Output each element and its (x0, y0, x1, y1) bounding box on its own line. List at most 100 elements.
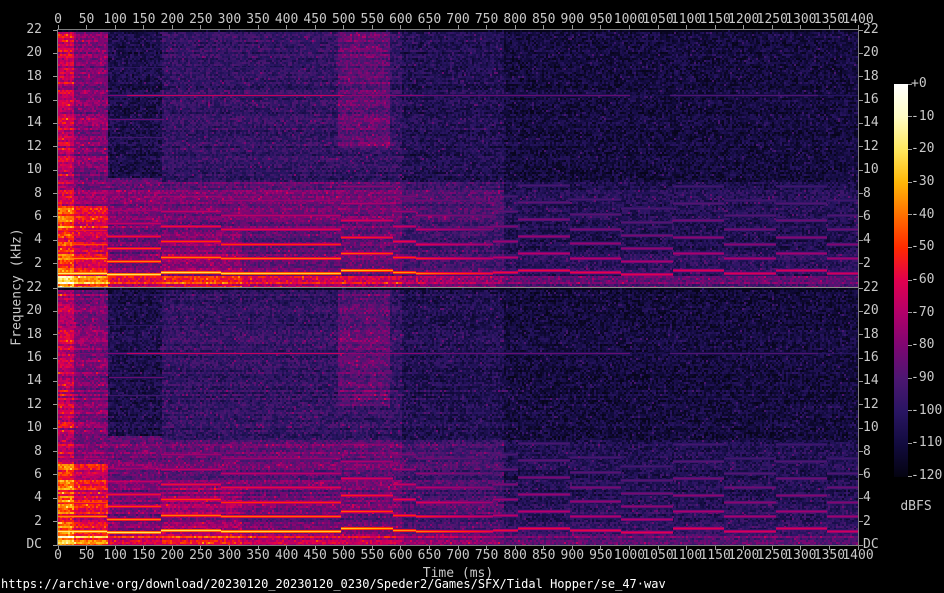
time-tick-label-bottom: 750 (475, 549, 498, 563)
time-tick-label-bottom: 950 (589, 549, 612, 563)
time-tick-label-bottom: 150 (132, 549, 155, 563)
freq-tick-mark (859, 30, 863, 31)
time-tick-mark (486, 25, 487, 29)
time-tick-label-bottom: 800 (503, 549, 526, 563)
freq-tick-label-right: 6 (863, 468, 871, 482)
freq-tick-label-right: 8 (863, 445, 871, 459)
freq-tick-mark (53, 30, 57, 31)
time-tick-label-bottom: 650 (418, 549, 441, 563)
time-tick-mark (400, 546, 401, 550)
freq-tick-mark (859, 334, 863, 335)
time-tick-mark (600, 25, 601, 29)
freq-tick-mark (859, 311, 863, 312)
freq-tick-label-right: 16 (863, 351, 879, 365)
time-tick-label-bottom: 850 (532, 549, 555, 563)
colorbar-tick-mark (908, 280, 912, 281)
time-tick-mark (829, 546, 830, 550)
freq-tick-label-left: 18 (0, 328, 42, 342)
freq-tick-mark (53, 474, 57, 475)
freq-tick-label-left: 6 (0, 210, 42, 224)
time-tick-mark (258, 25, 259, 29)
freq-tick-mark (859, 381, 863, 382)
time-tick-label-bottom: 550 (361, 549, 384, 563)
time-tick-mark (629, 546, 630, 550)
time-tick-mark (115, 25, 116, 29)
colorbar-tick-mark (908, 149, 912, 150)
time-tick-mark (572, 25, 573, 29)
freq-tick-mark (859, 146, 863, 147)
time-tick-mark (515, 546, 516, 550)
colorbar-tick-label: -10 (911, 110, 934, 124)
freq-tick-mark (859, 451, 863, 452)
colorbar-tick-mark (908, 378, 912, 379)
colorbar-tick-mark (908, 214, 912, 215)
time-tick-mark (172, 25, 173, 29)
freq-tick-label-right: 6 (863, 210, 871, 224)
freq-tick-label-right: 2 (863, 257, 871, 271)
time-tick-mark (429, 25, 430, 29)
time-tick-mark (829, 25, 830, 29)
freq-tick-mark (53, 263, 57, 264)
time-tick-mark (143, 25, 144, 29)
colorbar-tick-mark (908, 476, 912, 477)
time-tick-label-bottom: 350 (246, 549, 269, 563)
time-tick-label-bottom: 450 (303, 549, 326, 563)
colorbar-tick-mark (908, 247, 912, 248)
colorbar-tick-label: -30 (911, 175, 934, 189)
freq-tick-label-left: 12 (0, 140, 42, 154)
freq-tick-mark (53, 358, 57, 359)
time-tick-mark (686, 546, 687, 550)
freq-tick-label-left: 4 (0, 233, 42, 247)
time-tick-mark (743, 25, 744, 29)
freq-tick-mark (859, 216, 863, 217)
freq-tick-mark (859, 240, 863, 241)
freq-tick-mark (859, 193, 863, 194)
time-tick-mark (486, 546, 487, 550)
time-tick-mark (86, 546, 87, 550)
freq-tick-label-left: 8 (0, 445, 42, 459)
time-tick-label-bottom: 1050 (642, 549, 673, 563)
time-tick-mark (743, 546, 744, 550)
time-tick-mark (772, 546, 773, 550)
colorbar-tick-mark (908, 84, 912, 85)
sox-spectrogram-view: dBFS Frequency (kHz) Time (ms) https://a… (0, 0, 944, 593)
time-tick-label-bottom: 600 (389, 549, 412, 563)
freq-tick-mark (53, 146, 57, 147)
freq-tick-mark (53, 193, 57, 194)
freq-tick-mark (53, 451, 57, 452)
freq-tick-mark (859, 288, 863, 289)
freq-tick-mark (859, 498, 863, 499)
colorbar-tick-label: -110 (911, 436, 942, 450)
time-tick-mark (86, 25, 87, 29)
freq-tick-mark (53, 521, 57, 522)
freq-tick-label-right: 12 (863, 140, 879, 154)
time-tick-mark (258, 546, 259, 550)
colorbar-tick-label: -80 (911, 338, 934, 352)
time-tick-label-bottom: 1250 (757, 549, 788, 563)
freq-tick-mark (859, 474, 863, 475)
time-tick-mark (58, 546, 59, 550)
time-tick-mark (58, 25, 59, 29)
freq-tick-label-right: 10 (863, 421, 879, 435)
time-tick-mark (543, 25, 544, 29)
time-tick-label-bottom: 1200 (728, 549, 759, 563)
time-tick-mark (515, 25, 516, 29)
freq-tick-label-right: 22 (863, 281, 879, 295)
colorbar-tick-label: -40 (911, 208, 934, 222)
time-tick-mark (343, 25, 344, 29)
time-tick-label-bottom: 1000 (614, 549, 645, 563)
time-tick-label-bottom: 100 (103, 549, 126, 563)
time-tick-mark (286, 546, 287, 550)
time-tick-mark (343, 546, 344, 550)
time-tick-mark (543, 546, 544, 550)
freq-tick-mark (53, 311, 57, 312)
colorbar-tick-mark (908, 312, 912, 313)
freq-tick-mark (53, 240, 57, 241)
time-tick-mark (200, 546, 201, 550)
freq-tick-label-right: 10 (863, 163, 879, 177)
freq-tick-label-left: 8 (0, 187, 42, 201)
time-tick-mark (115, 546, 116, 550)
time-tick-mark (429, 546, 430, 550)
time-tick-mark (715, 546, 716, 550)
time-tick-mark (629, 25, 630, 29)
